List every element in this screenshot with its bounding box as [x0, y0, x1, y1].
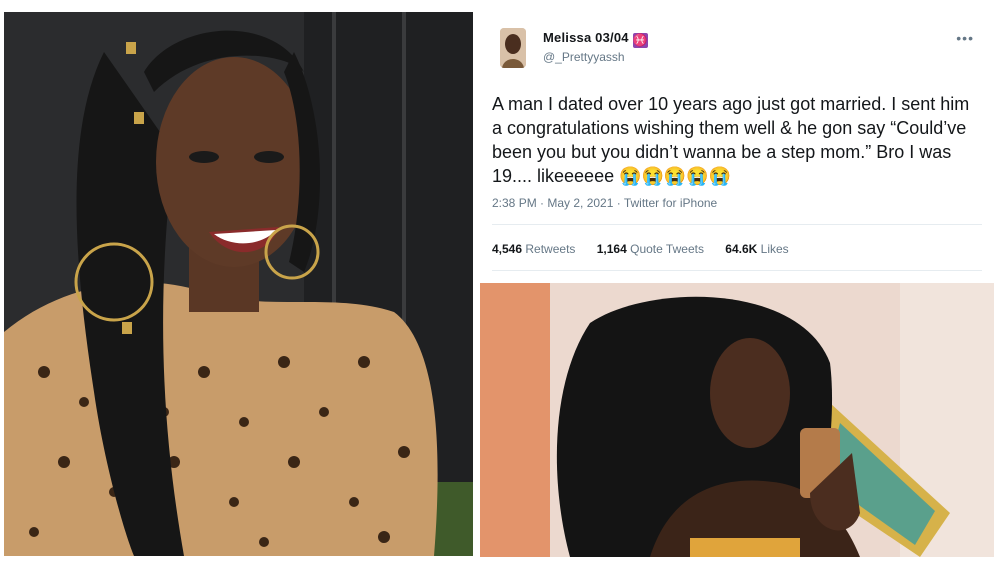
divider	[492, 224, 982, 225]
tweet-timestamp[interactable]: 2:38 PM · May 2, 2021 · Twitter for iPho…	[492, 196, 717, 210]
quote-tweets-stat[interactable]: 1,164 Quote Tweets	[597, 242, 704, 256]
avatar[interactable]	[500, 28, 526, 68]
mirror-selfie-illustration	[480, 283, 994, 557]
tweet-stats: 4,546 Retweets 1,164 Quote Tweets 64.6K …	[492, 242, 807, 256]
display-name[interactable]: Melissa 03/04 ♓	[543, 30, 648, 48]
quote-tweets-label: Quote Tweets	[630, 242, 704, 256]
display-name-text: Melissa 03/04	[543, 30, 629, 45]
tweet-text: A man I dated over 10 years ago just got…	[492, 94, 970, 186]
pisces-icon: ♓	[632, 33, 648, 48]
retweets-count: 4,546	[492, 242, 523, 256]
retweets-label: Retweets	[525, 242, 576, 256]
likes-label: Likes	[760, 242, 789, 256]
user-handle[interactable]: @_Prettyyassh	[543, 50, 625, 64]
quote-tweets-count: 1,164	[596, 242, 627, 256]
likes-count: 64.6K	[725, 242, 758, 256]
more-options-icon[interactable]: •••	[956, 30, 974, 46]
retweets-stat[interactable]: 4,546 Retweets	[492, 242, 575, 256]
divider	[492, 270, 982, 271]
left-selfie-photo	[4, 12, 473, 556]
mirror-selfie-photo	[480, 283, 994, 557]
likes-stat[interactable]: 64.6K Likes	[725, 242, 788, 256]
tweet-card: Melissa 03/04 ♓ @_Prettyyassh ••• A man I…	[480, 12, 994, 280]
left-selfie-illustration	[4, 12, 473, 556]
